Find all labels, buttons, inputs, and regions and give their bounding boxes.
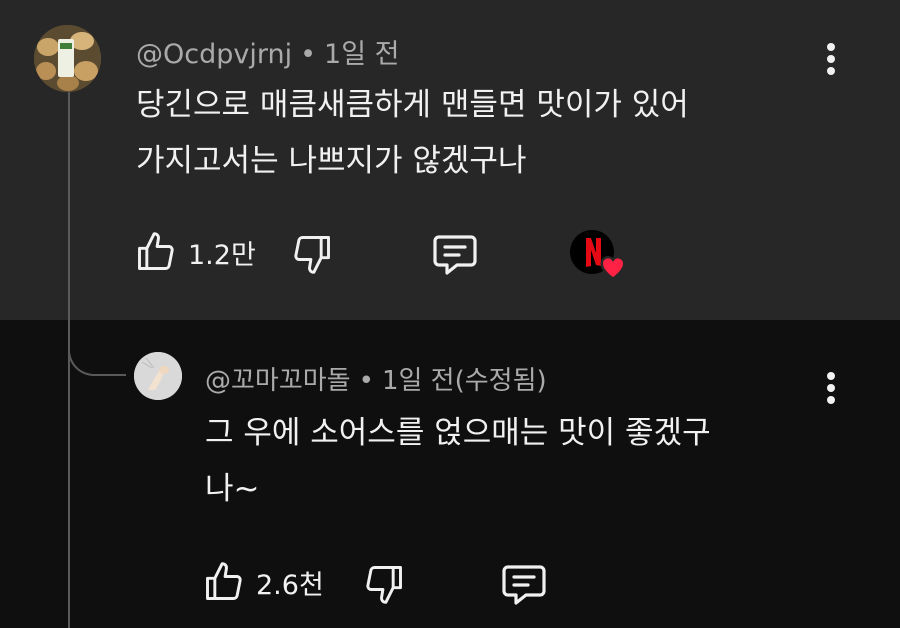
thumbs-up-icon: [138, 232, 174, 270]
thumbs-down-icon: [366, 566, 402, 604]
timestamp[interactable]: 1일 전(수정됨): [382, 366, 547, 396]
author-name[interactable]: @Ocdpvjrnj • 1일 전: [136, 32, 399, 71]
reply-icon: [433, 235, 477, 275]
more-options-button[interactable]: [826, 43, 836, 83]
thumbs-up-icon: [206, 562, 242, 600]
timestamp[interactable]: 1일 전: [324, 39, 399, 70]
avatar[interactable]: [134, 352, 182, 400]
reply-icon: [502, 565, 546, 605]
comment-line: 나~: [205, 471, 260, 507]
dislike-button[interactable]: [290, 232, 334, 276]
heart-icon: [600, 256, 626, 280]
comment-text: 당긴으로 매큼새큼하게 맨들면 맛이가 있어 가지고서는 나쁘지가 않겠구나: [136, 77, 689, 189]
like-count: 1.2만: [188, 239, 256, 271]
comment-text: 그 우에 소어스를 얹으매는 맛이 좋겠구 나~: [205, 405, 711, 517]
comment-line: 가지고서는 나쁘지가 않겠구나: [136, 143, 527, 179]
more-options-button[interactable]: [826, 372, 836, 412]
like-count: 2.6천: [256, 569, 324, 601]
reply-button[interactable]: [500, 563, 548, 607]
author-handle[interactable]: @꼬마꼬마돌: [205, 366, 351, 396]
comment-line: 그 우에 소어스를 얹으매는 맛이 좋겠구: [205, 415, 711, 451]
dislike-button[interactable]: [362, 562, 406, 606]
separator-dot: •: [358, 366, 374, 396]
thumbs-down-icon: [294, 236, 330, 274]
separator-dot: •: [300, 39, 317, 70]
creator-heart-badge: [570, 230, 630, 282]
reply-button[interactable]: [431, 233, 479, 277]
thread-connector: [68, 322, 126, 376]
author-handle[interactable]: @Ocdpvjrnj: [136, 39, 292, 70]
like-button[interactable]: 2.6천: [202, 560, 324, 604]
author-name[interactable]: @꼬마꼬마돌 • 1일 전(수정됨): [205, 360, 547, 397]
like-button[interactable]: 1.2만: [134, 230, 256, 274]
comment-line: 당긴으로 매큼새큼하게 맨들면 맛이가 있어: [136, 87, 689, 123]
avatar[interactable]: [34, 25, 101, 92]
